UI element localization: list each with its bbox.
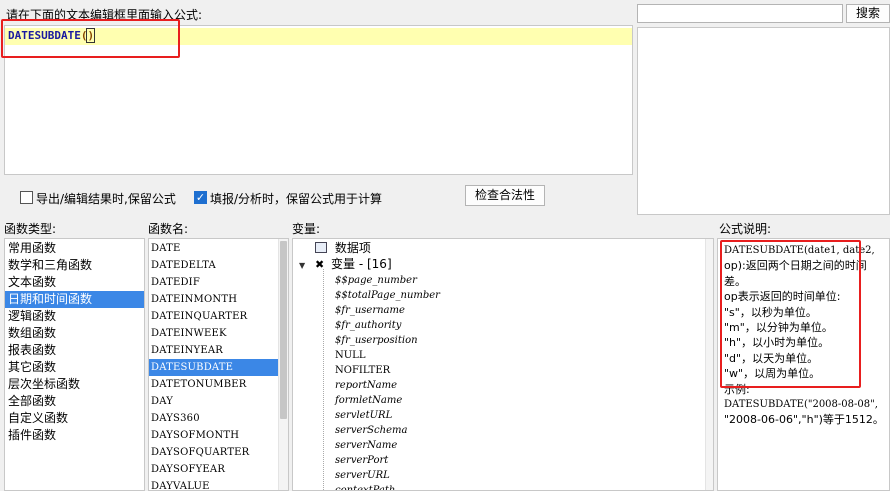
func-name-item[interactable]: DAYSOFYEAR (149, 461, 278, 478)
func-type-item[interactable]: 常用函数 (5, 240, 144, 257)
func-name-item[interactable]: DAYVALUE (149, 478, 278, 490)
fill-keep-formula-checkbox[interactable]: ✓ (194, 191, 207, 204)
func-name-item[interactable]: DATETONUMBER (149, 376, 278, 393)
variable-item[interactable]: serverSchema (335, 423, 440, 438)
export-keep-formula-label: 导出/编辑结果时,保留公式 (36, 192, 176, 206)
description-label: 公式说明: (719, 222, 772, 236)
func-type-item[interactable]: 插件函数 (5, 427, 144, 444)
variable-item[interactable]: $fr_username (335, 303, 440, 318)
tree-node-data-item-label: 数据项 (334, 241, 371, 255)
func-type-list: 常用函数 数学和三角函数 文本函数 日期和时间函数 逻辑函数 数组函数 报表函数 其它函数 层次… (4, 238, 145, 491)
func-name-item[interactable]: DAY (149, 393, 278, 410)
variable-item[interactable]: $fr_authority (335, 318, 440, 333)
export-keep-formula-checkbox[interactable] (20, 191, 33, 204)
func-name-scroll-thumb[interactable] (280, 241, 287, 419)
func-name-item[interactable]: DAYSOFMONTH (149, 427, 278, 444)
func-name-item[interactable]: DATEINQUARTER (149, 308, 278, 325)
func-type-label: 函数类型: (4, 222, 57, 236)
search-button[interactable]: 搜索 (846, 4, 890, 23)
func-name-item[interactable]: DAYSOFQUARTER (149, 444, 278, 461)
func-name-scrollbar[interactable] (278, 239, 288, 490)
func-type-item[interactable]: 报表函数 (5, 342, 144, 359)
variable-item[interactable]: reportName (335, 378, 440, 393)
expand-arrow-icon[interactable]: ▼ (299, 261, 305, 270)
func-name-item[interactable]: DATEINYEAR (149, 342, 278, 359)
check-validity-button[interactable]: 检查合法性 (465, 185, 545, 206)
func-type-item[interactable]: 全部函数 (5, 393, 144, 410)
func-type-item[interactable]: 层次坐标函数 (5, 376, 144, 393)
tree-node-data-item[interactable]: 数据项 (315, 241, 371, 256)
func-name-item[interactable]: DATEDIF (149, 274, 278, 291)
highlight-box-description (720, 240, 861, 388)
description-line: DATESUBDATE("2008-08-08", (724, 399, 878, 410)
description-line: "2008-06-06","h")等于1512。 (724, 413, 884, 427)
func-name-item[interactable]: DATEINMONTH (149, 291, 278, 308)
variable-item[interactable]: $$totalPage_number (335, 288, 440, 303)
variable-item[interactable]: serverURL (335, 468, 440, 483)
variable-item[interactable]: contextPath (335, 483, 440, 490)
func-type-item[interactable]: 自定义函数 (5, 410, 144, 427)
func-name-item[interactable]: DATE (149, 240, 278, 257)
func-name-item[interactable]: DAYS360 (149, 410, 278, 427)
variable-item[interactable]: serverPort (335, 453, 440, 468)
variable-item[interactable]: $$page_number (335, 273, 440, 288)
func-name-label: 函数名: (148, 222, 189, 236)
func-type-item[interactable]: 日期和时间函数 (5, 291, 144, 308)
variable-item[interactable]: NOFILTER (335, 363, 440, 378)
func-name-item[interactable]: DATEINWEEK (149, 325, 278, 342)
func-name-item[interactable]: DATESUBDATE (149, 359, 278, 376)
tree-node-variables[interactable]: ▼ ✖ 变量 - [16] (299, 257, 392, 272)
func-type-item[interactable]: 数组函数 (5, 325, 144, 342)
tree-guide-line (323, 269, 324, 490)
variable-item[interactable]: servletURL (335, 408, 440, 423)
data-item-icon (315, 242, 327, 253)
search-input[interactable] (637, 4, 843, 23)
func-type-item[interactable]: 数学和三角函数 (5, 257, 144, 274)
func-type-item[interactable]: 其它函数 (5, 359, 144, 376)
variable-item[interactable]: serverName (335, 438, 440, 453)
variables-scrollbar[interactable] (705, 239, 713, 490)
variable-item[interactable]: formletName (335, 393, 440, 408)
highlight-box-formula (1, 19, 180, 58)
func-name-list: DATE DATEDELTA DATEDIF DATEINMONTH DATEINQUA… (148, 238, 289, 491)
variables-tree: 数据项 ▼ ✖ 变量 - [16] $$page_number $$totalPa… (292, 238, 714, 491)
variable-item[interactable]: NULL (335, 348, 440, 363)
func-type-item[interactable]: 文本函数 (5, 274, 144, 291)
func-name-item[interactable]: DATEDELTA (149, 257, 278, 274)
fill-keep-formula-label: 填报/分析时，保留公式用于计算 (210, 192, 383, 206)
tree-node-variables-label: 变量 - [16] (331, 257, 392, 271)
variable-item[interactable]: $fr_userposition (335, 333, 440, 348)
variables-label: 变量: (292, 222, 321, 236)
func-type-item[interactable]: 逻辑函数 (5, 308, 144, 325)
search-results-panel (637, 27, 890, 215)
